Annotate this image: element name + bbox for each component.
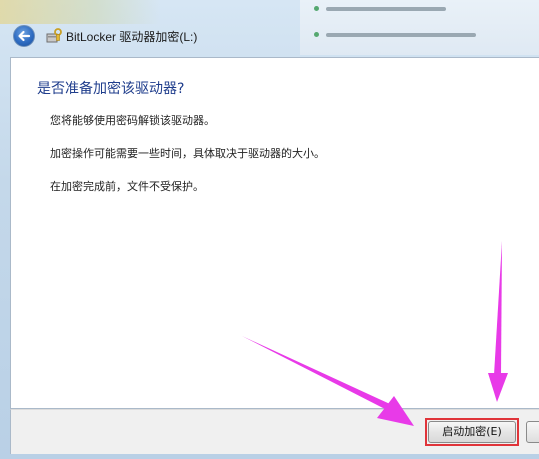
annotation-arrow-vertical	[488, 241, 508, 402]
annotation-arrow-diagonal	[242, 336, 414, 426]
annotation-arrows	[242, 241, 508, 426]
